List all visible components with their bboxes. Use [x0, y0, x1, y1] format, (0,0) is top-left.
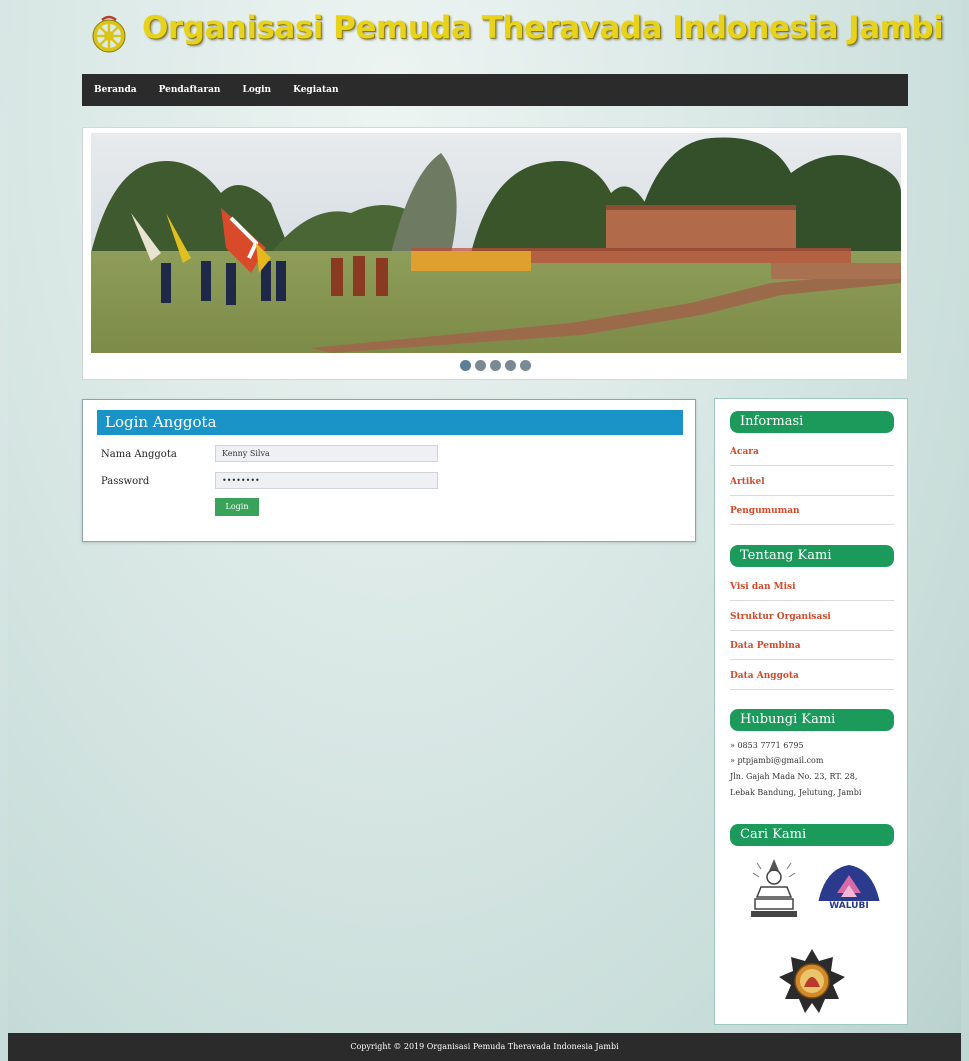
contact-address-1: Jln. Gajah Mada No. 23, RT. 28, — [730, 772, 858, 781]
site-title: Organisasi Pemuda Theravada Indonesia Ja… — [142, 10, 944, 46]
sidebar-link-anggota[interactable]: Data Anggota — [730, 671, 894, 690]
slider-dot[interactable] — [474, 360, 486, 371]
sidebar-link-pembina[interactable]: Data Pembina — [730, 641, 894, 660]
slider-dot[interactable] — [489, 360, 501, 371]
slider-dot[interactable] — [459, 360, 471, 371]
walubi-label: WALUBI — [829, 901, 869, 911]
slider-dot[interactable] — [519, 360, 531, 371]
seal-logo — [777, 947, 847, 1019]
name-input[interactable]: Kenny Silva — [215, 445, 438, 462]
sidebar: Informasi Acara Artikel Pengumuman Tenta… — [714, 398, 908, 1025]
slider-dots — [83, 360, 907, 371]
footer-copyright: Copyright © 2019 Organisasi Pemuda Thera… — [8, 1033, 961, 1061]
sidebar-link-artikel[interactable]: Artikel — [730, 477, 894, 496]
sidebar-link-pengumuman[interactable]: Pengumuman — [730, 506, 894, 525]
dharma-wheel-logo — [90, 14, 128, 54]
sidebar-link-visi-misi[interactable]: Visi dan Misi — [730, 582, 894, 601]
sidebar-info-title: Informasi — [730, 411, 894, 433]
contact-email: » ptpjambi@gmail.com — [730, 756, 824, 765]
name-label: Nama Anggota — [101, 449, 177, 460]
nav-beranda[interactable]: Beranda — [94, 85, 137, 95]
nav-kegiatan[interactable]: Kegiatan — [293, 85, 338, 95]
contact-phone: » 0853 7771 6795 — [730, 741, 804, 750]
nav-pendaftaran[interactable]: Pendaftaran — [159, 85, 221, 95]
image-slider — [82, 127, 908, 380]
login-title: Login Anggota — [97, 410, 683, 435]
sidebar-link-acara[interactable]: Acara — [730, 447, 894, 466]
slider-dot[interactable] — [504, 360, 516, 371]
login-panel: Login Anggota Nama Anggota Kenny Silva P… — [82, 399, 696, 542]
sidebar-link-struktur[interactable]: Struktur Organisasi — [730, 612, 894, 631]
slide-image — [91, 133, 901, 353]
sidebar-contact-title: Hubungi Kami — [730, 709, 894, 731]
nav-login[interactable]: Login — [242, 85, 271, 95]
password-input[interactable]: •••••••• — [215, 472, 438, 489]
contact-address-2: Lebak Bandung, Jelutung, Jambi — [730, 788, 862, 797]
walubi-logo: WALUBI — [813, 863, 885, 919]
sidebar-find-title: Cari Kami — [730, 824, 894, 846]
password-label: Password — [101, 476, 150, 487]
main-nav: Beranda Pendaftaran Login Kegiatan — [82, 74, 908, 106]
login-button[interactable]: Login — [215, 498, 259, 516]
sidebar-about-title: Tentang Kami — [730, 545, 894, 567]
temple-logo — [749, 857, 799, 925]
